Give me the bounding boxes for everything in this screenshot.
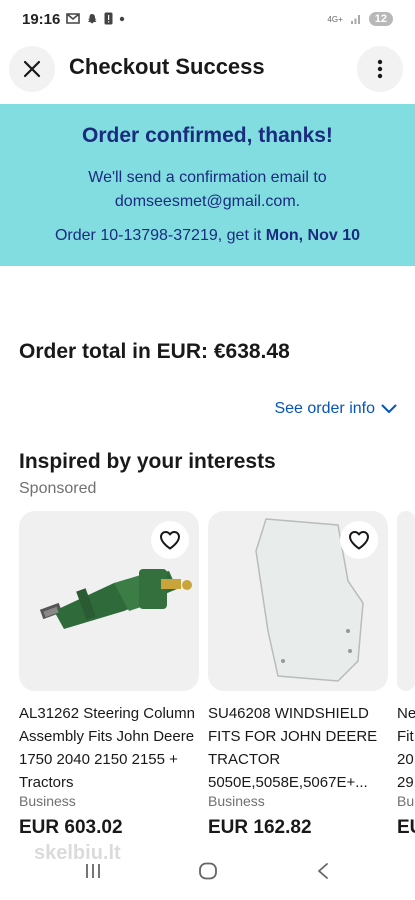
section-title: Inspired by your interests [19,450,276,473]
watch-button[interactable] [340,521,378,559]
signal-icon [350,15,360,24]
status-notification-icons [66,12,125,25]
confirmation-email-address: domseesmet@gmail.com. [114,193,301,210]
product-title[interactable]: AL31262 Steering Column Assembly Fits Jo… [19,702,199,794]
status-time: 19:16 [22,11,61,28]
back-button[interactable] [316,862,330,885]
confirmation-title: Order confirmed, thanks! [82,124,333,147]
more-vertical-icon [377,59,383,79]
order-number-text: Order 10-13798-37219, get it [54,227,262,244]
product-price: EUR 603.02 [19,817,123,838]
order-delivery-text: Order 10-13798-37219, get it Mon, Nov 10 [0,227,415,245]
status-system-icons: 4G+ 12 [327,12,393,26]
status-bar: 19:16 4G+ 12 [0,0,415,40]
product-card[interactable]: SU46208 WINDSHIELD FITS FOR JOHN DEERE T… [208,511,388,839]
heart-icon [349,531,369,550]
product-card[interactable]: AL31262 Steering Column Assembly Fits Jo… [19,511,199,839]
heart-icon [160,531,180,550]
product-seller-type: Business [19,793,76,809]
product-image[interactable] [19,511,199,691]
see-order-info-link[interactable]: See order info [274,400,397,418]
sponsored-label: Sponsored [19,480,97,497]
product-title[interactable]: SU46208 WINDSHIELD FITS FOR JOHN DEERE T… [208,702,388,794]
recent-apps-icon [86,864,100,878]
product-title[interactable]: Ne Fit 20 29 [397,702,415,794]
more-options-button[interactable] [357,46,403,92]
home-icon [199,862,217,880]
system-navigation-bar [0,850,415,900]
product-price: EUR 162.82 [208,817,312,838]
watch-button[interactable] [151,521,189,559]
product-price: EU [397,817,415,838]
delivery-date: Mon, Nov 10 [265,227,361,244]
see-order-info-label: See order info [274,400,375,417]
dot-icon [119,16,125,21]
page-title: Checkout Success [69,54,265,79]
phone-alert-icon [104,12,113,25]
app-header: Checkout Success [0,40,415,98]
product-image[interactable] [208,511,388,691]
confirmation-email-text: We'll send a confirmation email to [88,169,327,186]
close-icon [23,60,41,78]
order-total: Order total in EUR: €638.48 [19,340,290,363]
back-icon [318,863,328,879]
network-label: 4G+ [327,14,343,24]
home-button[interactable] [198,862,218,885]
recent-apps-button[interactable] [84,862,102,885]
chevron-down-icon [381,404,397,413]
product-seller-type: Business [208,793,265,809]
product-image[interactable] [397,511,415,691]
battery-badge: 12 [368,12,393,26]
gmail-icon [66,13,80,24]
product-seller-type: Bu [397,793,415,809]
snapchat-icon [88,13,97,23]
confirmation-banner: Order confirmed, thanks! We'll send a co… [0,104,415,266]
product-card-partial[interactable]: Ne Fit 20 29 Bu EU [397,511,415,839]
close-button[interactable] [9,46,55,92]
